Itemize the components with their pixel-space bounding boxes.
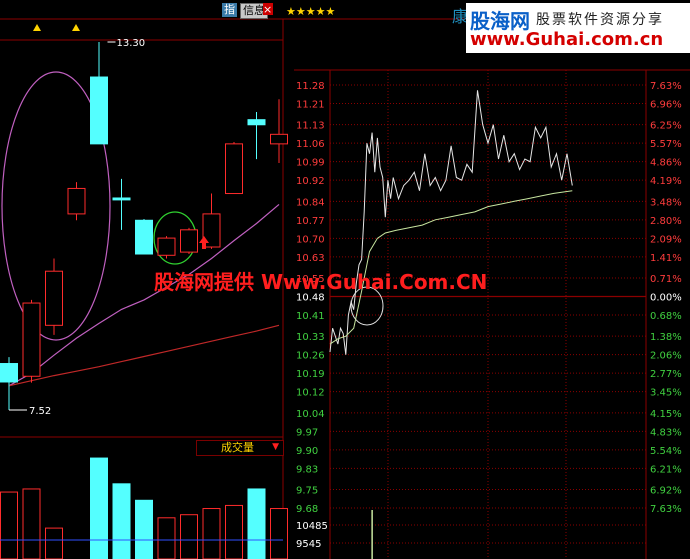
pct-tick-label: 2.80% [650, 216, 682, 227]
axis-ticks: 11.28 7.63% 11.21 6.96% 11.13 6.25% 11.06 5.57%… [296, 81, 682, 550]
candle-body [22, 302, 41, 377]
price-tick-label: 10.26 [296, 351, 325, 362]
pct-tick-label: 3.45% [650, 388, 682, 399]
chevron-down-icon: ▼ [272, 442, 279, 452]
pct-tick-label: 4.83% [650, 427, 682, 438]
volume-bar [180, 514, 198, 559]
pct-tick-label: 2.06% [650, 351, 682, 362]
pct-tick-label: 4.15% [650, 409, 682, 420]
volume-bar [135, 499, 153, 559]
price-tick-label: 9.75 [296, 485, 318, 496]
price-tick-label: 10.99 [296, 158, 325, 169]
pct-tick-label: 7.63% [650, 504, 682, 515]
pct-tick-label: 4.19% [650, 176, 682, 187]
candle-body [270, 133, 288, 145]
ma-long-line [8, 324, 280, 387]
price-tick-label: 11.28 [296, 81, 325, 92]
price-tick-label: 10.77 [296, 216, 325, 227]
pct-tick-label: 3.48% [650, 197, 682, 208]
volume-bar [270, 508, 288, 559]
volume-bar [112, 483, 131, 559]
price-tick-label: 10.92 [296, 176, 325, 187]
volume-bar [157, 517, 176, 559]
brand-logo: 股海网 股票软件资源分享 www.Guhai.com.cn [466, 3, 690, 53]
close-icon[interactable]: × [263, 3, 273, 16]
watermark: 股海网提供 Www.Guhai.Com.CN [154, 270, 488, 294]
pct-tick-label: 6.92% [650, 485, 682, 496]
candle-body [45, 270, 63, 326]
volume-tick-label: 9545 [296, 539, 321, 550]
candle-body [67, 187, 86, 215]
price-tick-label: 9.97 [296, 427, 318, 438]
brand-url: www.Guhai.com.cn [470, 29, 664, 50]
pct-tick-label: 1.41% [650, 253, 682, 264]
candle-body [180, 229, 198, 253]
volume-bar [45, 527, 63, 559]
pct-tick-label: 5.57% [650, 139, 682, 150]
volume-bar [90, 457, 108, 559]
price-tick-label: 10.33 [296, 332, 325, 343]
volume-bar [202, 508, 221, 559]
candle-body [225, 143, 243, 195]
price-tick-label: 9.68 [296, 504, 318, 515]
price-tick-label: 10.12 [296, 388, 325, 399]
pct-tick-label: 2.77% [650, 369, 682, 380]
pct-tick-label: 0.71% [650, 274, 682, 285]
volume-bar [225, 504, 243, 559]
price-tick-label: 10.04 [296, 409, 325, 420]
volume-bar [22, 488, 41, 559]
candle-body [247, 119, 266, 126]
price-tick-label: 9.90 [296, 446, 318, 457]
pct-tick-label: 6.96% [650, 100, 682, 111]
candle-body [157, 237, 176, 256]
volume-bar [0, 491, 18, 559]
low-annotation-label: 7.52 [29, 406, 51, 417]
top-marker-2 [72, 24, 80, 31]
price-tick-label: 10.63 [296, 253, 325, 264]
pct-tick-label: 0.00% [650, 293, 682, 304]
candle-body [90, 76, 108, 145]
pct-tick-label: 7.63% [650, 81, 682, 92]
price-tick-label: 10.70 [296, 234, 325, 245]
price-tick-label: 10.19 [296, 369, 325, 380]
top-marker-1 [33, 24, 41, 31]
pct-tick-label: 2.09% [650, 234, 682, 245]
pct-tick-label: 4.86% [650, 158, 682, 169]
pct-tick-label: 6.25% [650, 121, 682, 132]
pct-tick-label: 5.54% [650, 446, 682, 457]
hi-tab[interactable]: 指 [222, 3, 237, 17]
candle-body [112, 197, 131, 201]
pct-tick-label: 6.21% [650, 464, 682, 475]
volume-indicator-button[interactable]: 成交量 ▼ [196, 440, 284, 456]
volume-indicator-label: 成交量 [221, 441, 254, 454]
pct-tick-label: 0.68% [650, 311, 682, 322]
volume-bar [247, 488, 266, 559]
price-tick-label: 10.84 [296, 197, 325, 208]
price-tick-label: 9.83 [296, 464, 318, 475]
candle-body [135, 219, 153, 255]
price-tick-label: 10.41 [296, 311, 325, 322]
candle-body [0, 363, 18, 383]
brand-subtitle: 股票软件资源分享 [536, 12, 664, 28]
price-tick-label: 11.13 [296, 121, 325, 132]
rating-stars: ★★★★★ [286, 5, 336, 18]
pct-tick-label: 1.38% [650, 332, 682, 343]
candles [0, 42, 288, 410]
price-tick-label: 11.06 [296, 139, 325, 150]
volume-tick-label: 10485 [296, 521, 328, 532]
price-tick-label: 11.21 [296, 100, 325, 111]
left-volume-bars [0, 457, 288, 559]
high-annotation-label: 13.30 [117, 38, 146, 49]
